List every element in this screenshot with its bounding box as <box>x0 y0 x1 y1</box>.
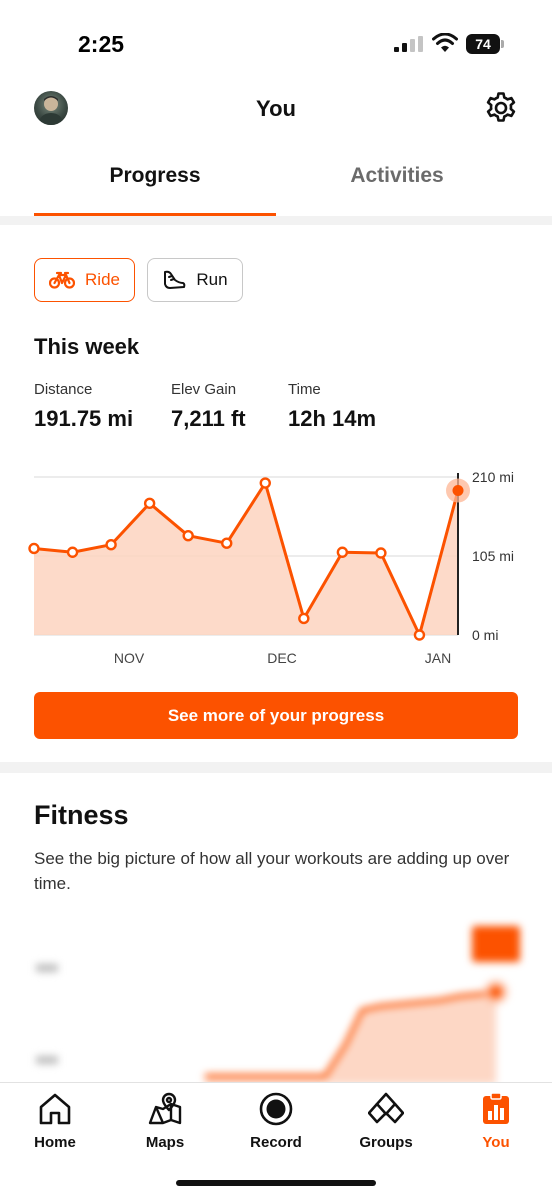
ride-filter-chip[interactable]: Ride <box>34 258 135 302</box>
elev-gain-label: Elev Gain <box>171 381 237 398</box>
chart-point <box>336 546 349 558</box>
nav-maps[interactable]: Maps <box>110 1091 220 1153</box>
chart-point <box>105 539 117 551</box>
elev-gain-value: 7,211 ft <box>171 406 246 431</box>
chart-point <box>259 477 271 489</box>
time-value: 12h 14m <box>288 406 377 431</box>
chart-point <box>182 529 194 542</box>
nav-groups-label: Groups <box>359 1134 413 1151</box>
chart-x-tick-label: JAN <box>425 650 451 666</box>
chart-point <box>452 485 464 497</box>
chart-y-tick-label: 105 mi <box>472 548 514 564</box>
nav-record[interactable]: Record <box>221 1091 331 1153</box>
time-label: Time <box>288 381 321 398</box>
chart-y-tick-label: 0 mi <box>472 627 498 643</box>
fitness-chart-preview <box>36 926 520 1084</box>
nav-groups[interactable]: Groups <box>331 1091 441 1153</box>
distance-stat: Distance 191.75 mi <box>34 381 133 432</box>
nav-you[interactable]: You <box>441 1091 551 1153</box>
tab-activities[interactable]: Activities <box>276 164 518 188</box>
gear-icon[interactable] <box>484 91 518 125</box>
time-stat: Time 12h 14m <box>288 381 376 432</box>
you-icon <box>483 1092 509 1124</box>
chart-point <box>66 546 79 558</box>
chart-point <box>375 547 387 559</box>
cellular-signal-icon <box>394 36 423 52</box>
groups-icon <box>368 1092 404 1124</box>
fitness-description: See the big picture of how all your work… <box>34 849 510 893</box>
weekly-distance-chart[interactable]: 210 mi 105 mi 0 mi NOV DEC JAN <box>0 460 552 680</box>
run-filter-chip[interactable]: Run <box>147 258 243 302</box>
this-week-heading: This week <box>34 334 140 359</box>
status-bar: 2:25 74 <box>0 0 552 84</box>
bike-icon <box>49 271 76 289</box>
wifi-icon <box>432 33 458 52</box>
tabs-divider <box>0 216 552 225</box>
status-time: 2:25 <box>78 31 125 57</box>
elev-gain-stat: Elev Gain 7,211 ft <box>171 381 246 432</box>
fitness-title: Fitness <box>34 800 129 830</box>
shoe-icon <box>164 270 186 289</box>
nav-you-label: You <box>482 1134 510 1151</box>
nav-home-label: Home <box>34 1134 76 1151</box>
nav-maps-label: Maps <box>145 1134 185 1151</box>
page-title: You <box>256 96 296 121</box>
nav-record-label: Record <box>250 1134 302 1151</box>
run-filter-label: Run <box>196 270 228 289</box>
section-divider <box>0 762 552 773</box>
chart-point <box>143 497 156 510</box>
battery-icon: 74 <box>466 34 504 54</box>
nav-home[interactable]: Home <box>0 1091 110 1153</box>
ride-filter-label: Ride <box>85 270 120 289</box>
chart-point <box>221 537 233 549</box>
chart-x-tick-label: NOV <box>114 650 145 666</box>
battery-level: 74 <box>466 34 500 54</box>
distance-label: Distance <box>34 381 93 398</box>
chart-x-tick-label: DEC <box>267 650 297 666</box>
chart-area-fill <box>34 483 458 635</box>
home-indicator <box>176 1180 376 1186</box>
distance-value: 191.75 mi <box>34 406 134 431</box>
record-icon <box>259 1092 293 1126</box>
chart-y-tick-label: 210 mi <box>472 469 514 485</box>
chart-point <box>413 629 426 641</box>
chart-point <box>28 542 40 555</box>
see-more-progress-button[interactable]: See more of your progress <box>34 692 518 739</box>
home-icon <box>39 1093 71 1125</box>
chart-point <box>298 612 310 625</box>
map-icon <box>148 1092 182 1125</box>
tab-progress[interactable]: Progress <box>34 164 276 188</box>
